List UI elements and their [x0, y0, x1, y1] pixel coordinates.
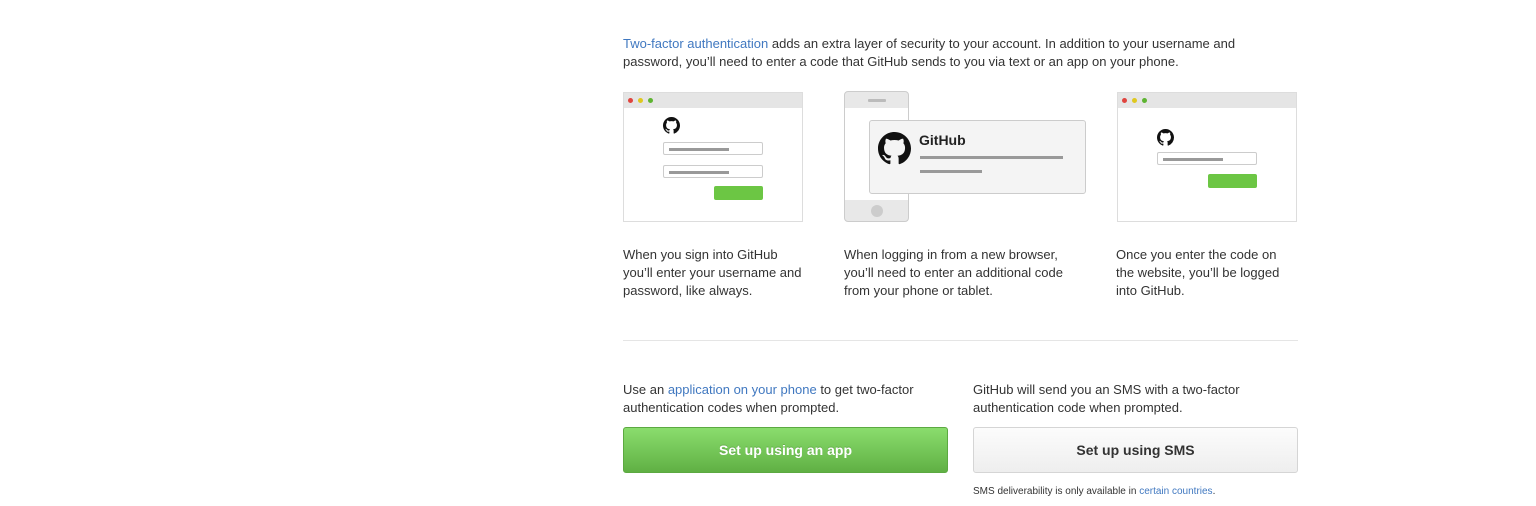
close-dot-icon: [628, 98, 633, 103]
two-factor-auth-link[interactable]: Two-factor authentication: [623, 36, 768, 51]
signin-browser-illustration: [623, 92, 803, 222]
sms-availability-note: SMS deliverability is only available in …: [973, 486, 1216, 497]
app-option-description: Use an application on your phone to get …: [623, 382, 914, 415]
setup-sms-button[interactable]: Set up using SMS: [973, 427, 1298, 473]
browser-titlebar: [1118, 93, 1296, 108]
certain-countries-link[interactable]: certain countries: [1139, 486, 1212, 497]
github-octocat-icon: [878, 132, 911, 165]
setup-app-button[interactable]: Set up using an app: [623, 427, 948, 473]
phone-home-button: [871, 205, 883, 217]
code-entry-browser-illustration: [1117, 92, 1297, 222]
verify-button-illustration: [1208, 174, 1257, 188]
step-caption-logged-in: Once you enter the code on the website, …: [1116, 247, 1280, 298]
minimize-dot-icon: [1132, 98, 1137, 103]
intro-text: Two-factor authentication adds an extra …: [623, 35, 1283, 71]
phone-speaker: [868, 99, 886, 102]
github-octocat-icon: [663, 117, 680, 134]
close-dot-icon: [1122, 98, 1127, 103]
github-notification-illustration: GitHub: [869, 120, 1086, 194]
github-octocat-icon: [1157, 129, 1174, 146]
username-field-illustration: [663, 142, 763, 155]
maximize-dot-icon: [648, 98, 653, 103]
authenticator-app-link[interactable]: application on your phone: [668, 382, 817, 397]
step-caption-signin: When you sign into GitHub you’ll enter y…: [623, 247, 802, 298]
signin-button-illustration: [714, 186, 763, 200]
sms-option-description: GitHub will send you an SMS with a two-f…: [973, 382, 1240, 415]
code-field-illustration: [1157, 152, 1257, 165]
notification-title: GitHub: [919, 132, 966, 148]
password-field-illustration: [663, 165, 763, 178]
section-divider: [623, 340, 1298, 341]
step-caption-new-browser: When logging in from a new browser, you’…: [844, 247, 1063, 298]
maximize-dot-icon: [1142, 98, 1147, 103]
browser-titlebar: [624, 93, 802, 108]
notification-line: [920, 170, 982, 173]
minimize-dot-icon: [638, 98, 643, 103]
notification-line: [920, 156, 1063, 159]
